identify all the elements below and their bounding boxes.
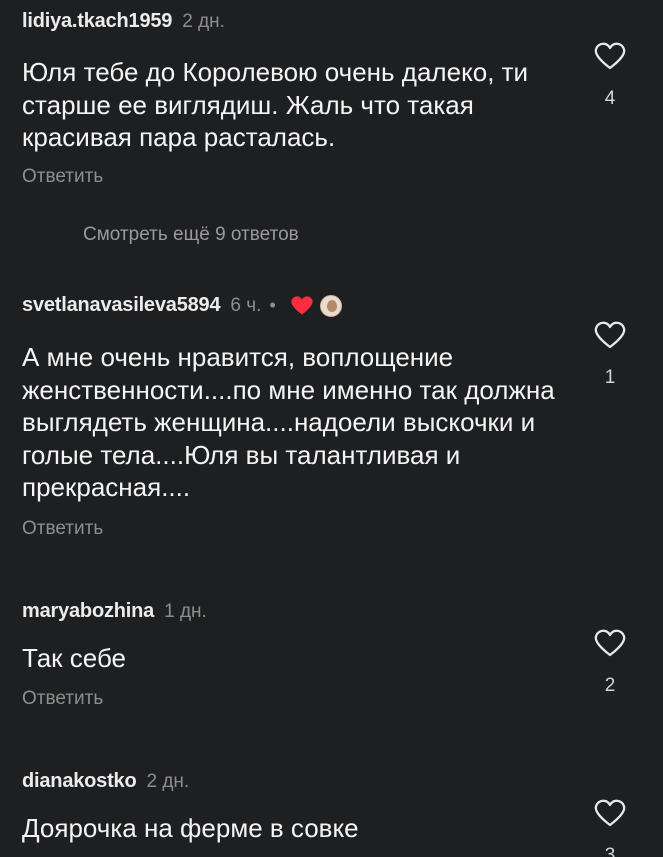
comment-username[interactable]: dianakostko (22, 770, 137, 793)
separator-dot: • (269, 295, 276, 315)
comment-text: Доярочка на ферме в совке (22, 813, 359, 843)
comment-meta: svetlanavasileva5894 6 ч. • (22, 294, 342, 317)
comment-username[interactable]: maryabozhina (22, 600, 154, 623)
like-button[interactable]: 4 (592, 42, 628, 110)
like-count: 2 (604, 675, 616, 696)
heart-filled-icon (291, 296, 313, 315)
comment-text: Юля тебе до Королевою очень далеко, ти с… (22, 57, 529, 152)
view-more-replies-button[interactable]: Смотреть ещё 9 ответов (83, 224, 299, 246)
comment-time: 6 ч. (230, 294, 262, 316)
heart-outline-icon (594, 629, 626, 657)
comment-text: Так себе (22, 643, 126, 673)
creator-liked-badge (290, 295, 314, 316)
comment-time: 2 дн. (182, 10, 225, 32)
like-count: 1 (604, 367, 616, 388)
reply-button[interactable]: Ответить (22, 166, 103, 188)
like-count: 3 (604, 845, 616, 857)
comment-meta: lidiya.tkach1959 2 дн. (22, 10, 225, 33)
heart-outline-icon (594, 799, 626, 827)
heart-outline-icon (594, 321, 626, 349)
heart-outline-icon (594, 42, 626, 70)
comment-meta: dianakostko 2 дн. (22, 770, 189, 793)
reply-button[interactable]: Ответить (22, 688, 103, 710)
creator-avatar (319, 294, 342, 317)
like-button[interactable]: 1 (592, 321, 628, 389)
comment-time: 2 дн. (146, 770, 190, 792)
comment-text: А мне очень нравится, воплощение женстве… (22, 342, 555, 502)
like-button[interactable]: 2 (592, 629, 628, 697)
comments-screen: lidiya.tkach1959 2 дн. Юля тебе до Корол… (0, 0, 663, 857)
comment-username[interactable]: svetlanavasileva5894 (22, 294, 221, 317)
like-button[interactable]: 3 (592, 799, 628, 857)
comment-time: 1 дн. (164, 600, 207, 622)
reply-button[interactable]: Ответить (22, 518, 103, 540)
comment-meta: maryabozhina 1 дн. (22, 600, 207, 623)
like-count: 4 (604, 88, 616, 109)
comment-username[interactable]: lidiya.tkach1959 (22, 10, 172, 33)
